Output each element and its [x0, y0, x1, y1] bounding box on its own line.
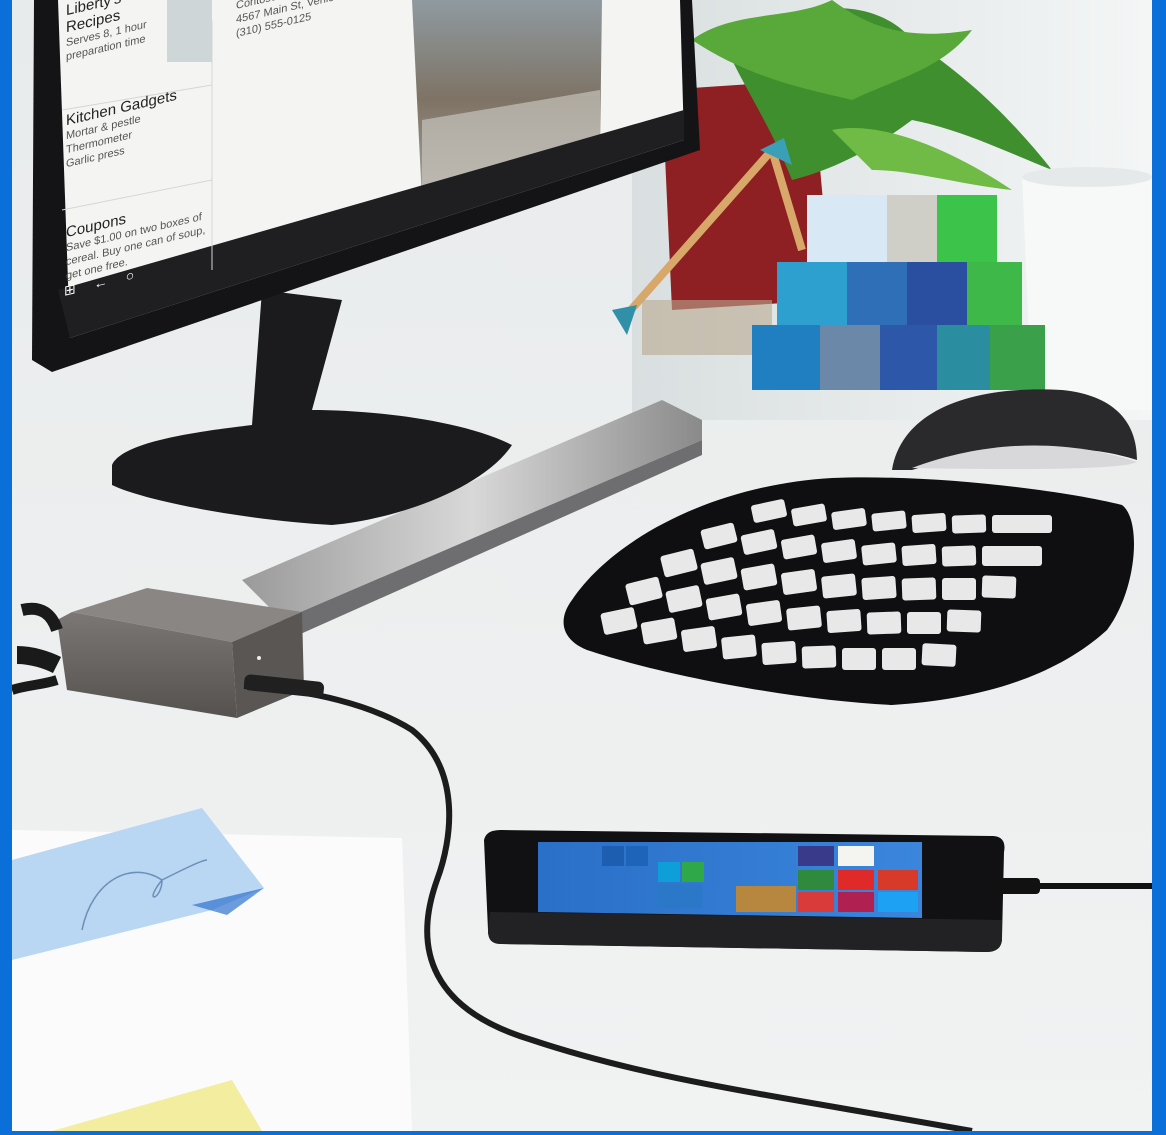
- travel-card: Contoso Travel 4567 Main St, Venice, CA …: [236, 0, 416, 41]
- desk-photo: Liberty's Recipes Serves 8, 1 hour prepa…: [12, 0, 1152, 1131]
- gadgets-card: Kitchen Gadgets Mortar & pestle Thermome…: [66, 80, 206, 171]
- recipes-card: Liberty's Recipes Serves 8, 1 hour prepa…: [66, 0, 176, 64]
